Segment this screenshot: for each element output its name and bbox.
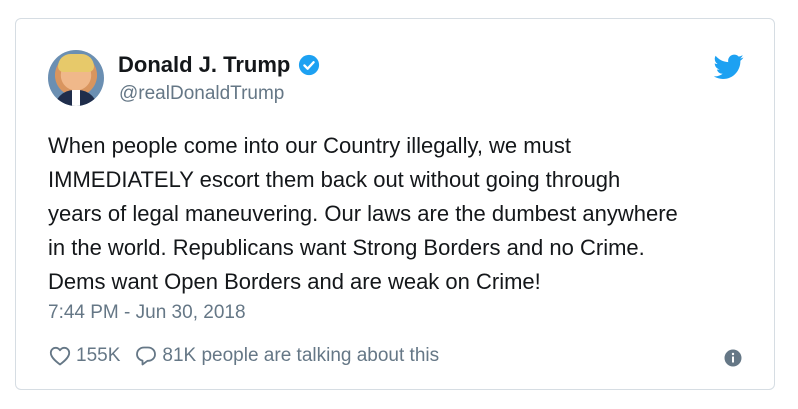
twitter-bird-icon[interactable] <box>714 54 744 80</box>
verified-badge-icon <box>299 54 320 76</box>
reply-text: 81K people are talking about this <box>162 345 440 366</box>
tweet-card[interactable]: Donald J. Trump @realDonaldTrump When pe… <box>15 18 775 390</box>
avatar-shirt <box>72 90 80 106</box>
info-icon[interactable] <box>724 349 742 367</box>
tweet-text-line: Dems want Open Borders and are weak on C… <box>48 269 541 294</box>
author-name[interactable]: Donald J. Trump <box>118 52 290 78</box>
tweet-actions: 155K 81K people are talking about this <box>48 344 439 368</box>
avatar[interactable] <box>48 50 104 106</box>
tweet-text-line: years of legal maneuvering. Our laws are… <box>48 201 678 226</box>
tweet-text-line: IMMEDIATELY escort them back out without… <box>48 167 621 192</box>
like-count: 155K <box>76 345 121 366</box>
tweet-text: When people come into our Country illega… <box>48 129 768 299</box>
avatar-hair <box>58 54 94 72</box>
tweet-text-line: in the world. Republicans want Strong Bo… <box>48 235 645 260</box>
tweet-timestamp[interactable]: 7:44 PM - Jun 30, 2018 <box>48 302 246 324</box>
author-name-row: Donald J. Trump <box>118 52 320 78</box>
author-handle[interactable]: @realDonaldTrump <box>119 83 284 105</box>
tweet-text-line: When people come into our Country illega… <box>48 133 571 158</box>
speech-bubble-icon <box>136 346 157 366</box>
heart-icon <box>49 346 71 366</box>
reply-button[interactable]: 81K people are talking about this <box>134 344 439 368</box>
like-button[interactable]: 155K <box>48 344 120 368</box>
